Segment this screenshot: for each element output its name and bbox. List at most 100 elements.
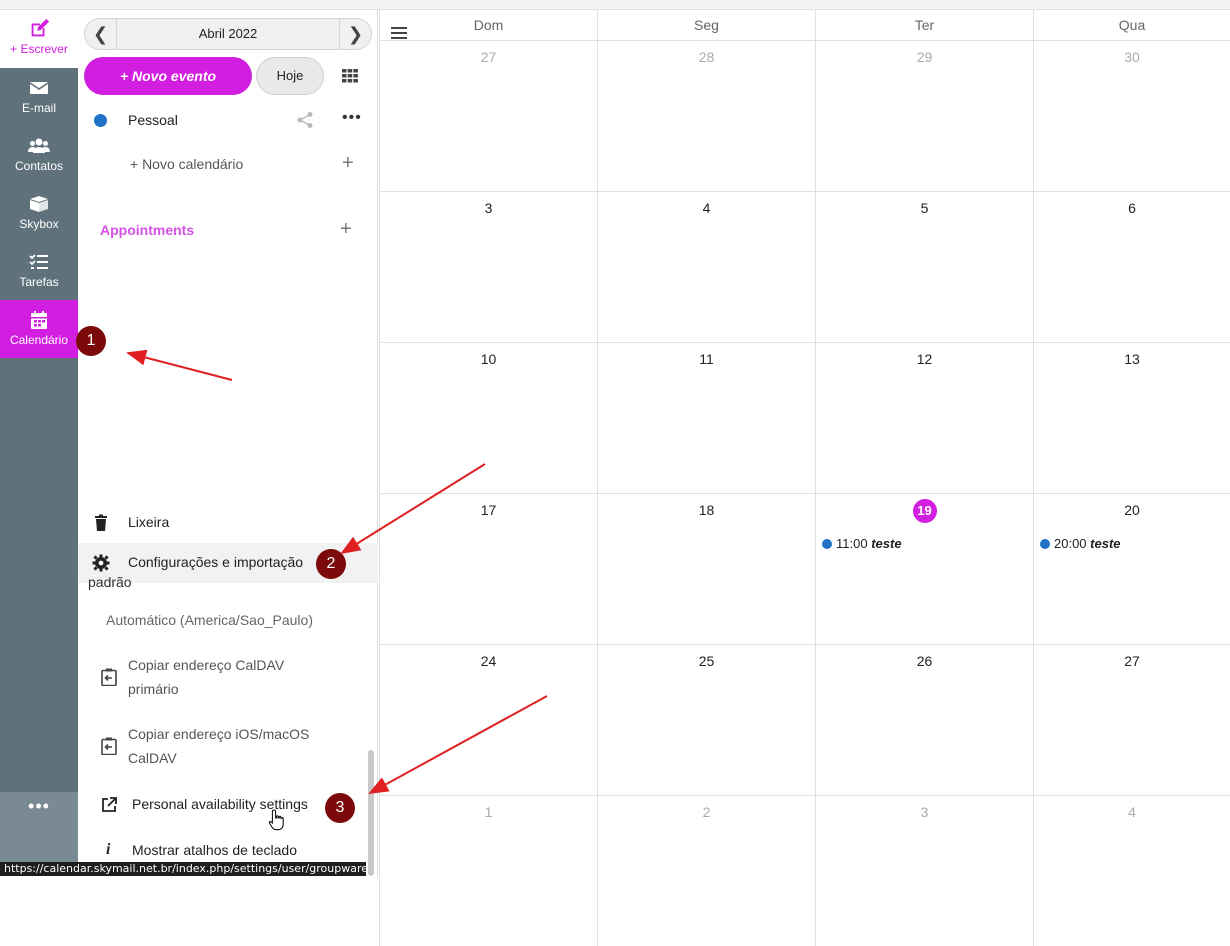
- day-cell[interactable]: 5: [815, 191, 1033, 342]
- day-number[interactable]: 20: [1034, 502, 1230, 518]
- rail-item-contacts[interactable]: Contatos: [0, 126, 78, 184]
- day-number[interactable]: 4: [1034, 804, 1230, 820]
- day-number[interactable]: 28: [598, 49, 815, 65]
- day-cell[interactable]: 29: [815, 40, 1033, 191]
- day-cell[interactable]: 4: [597, 191, 815, 342]
- chevron-right-icon: ❯: [347, 24, 364, 44]
- calendar-event[interactable]: 20:00 teste: [1040, 536, 1121, 551]
- share-icon[interactable]: [296, 111, 314, 129]
- copy-caldav-item[interactable]: Copiar endereço CalDAV primário: [78, 653, 378, 703]
- tasks-icon: [29, 254, 48, 269]
- rail-item-label: Tarefas: [19, 275, 59, 289]
- compose-icon: [31, 18, 50, 37]
- rail-item-label: E-mail: [21, 101, 56, 115]
- day-cell[interactable]: 30: [1033, 40, 1230, 191]
- day-number[interactable]: 3: [380, 200, 597, 216]
- day-cell[interactable]: 17: [379, 493, 597, 644]
- annotation-badge-2: 2: [316, 549, 346, 579]
- next-month-button[interactable]: ❯: [339, 19, 371, 49]
- day-number[interactable]: 29: [816, 49, 1033, 65]
- month-view: Dom Seg Ter Qua 27 28 29 30 3 4 5 6 10 11 12 13 17 18 19 11…: [379, 10, 1230, 946]
- timezone-select[interactable]: Automático (America/Sao_Paulo): [106, 612, 313, 628]
- day-cell[interactable]: 27: [1033, 644, 1230, 795]
- previous-month-button[interactable]: ❮: [85, 19, 117, 49]
- day-cell[interactable]: 13: [1033, 342, 1230, 493]
- gear-icon: [92, 554, 110, 572]
- day-number[interactable]: 13: [1034, 351, 1230, 367]
- more-icon: •••: [28, 796, 50, 816]
- day-cell[interactable]: 26: [815, 644, 1033, 795]
- copy-ios-caldav-item[interactable]: Copiar endereço iOS/macOS CalDAV: [78, 722, 378, 772]
- add-appointment-plus-icon[interactable]: +: [340, 219, 352, 239]
- new-calendar-label: + Novo calendário: [130, 156, 244, 172]
- event-title: teste: [1090, 536, 1121, 551]
- calendar-icon: [31, 311, 47, 329]
- day-cell[interactable]: 19 11:00 teste: [815, 493, 1033, 644]
- day-cell[interactable]: 27: [379, 40, 597, 191]
- day-cell[interactable]: 11: [597, 342, 815, 493]
- day-number[interactable]: 6: [1034, 200, 1230, 216]
- appointments-heading[interactable]: Appointments: [100, 222, 194, 238]
- day-number[interactable]: 11: [598, 351, 815, 367]
- day-cell[interactable]: 12: [815, 342, 1033, 493]
- day-cell[interactable]: 2: [597, 795, 815, 946]
- plus-icon[interactable]: +: [342, 153, 354, 173]
- sidebar-scrollbar[interactable]: [368, 750, 374, 876]
- day-number[interactable]: 5: [816, 200, 1033, 216]
- annotation-badge-3: 3: [325, 793, 355, 823]
- day-number[interactable]: 25: [598, 653, 815, 669]
- day-cell[interactable]: 25: [597, 644, 815, 795]
- day-number[interactable]: 1: [380, 804, 597, 820]
- day-cell[interactable]: 24: [379, 644, 597, 795]
- today-button[interactable]: Hoje: [256, 57, 324, 95]
- day-cell[interactable]: 4: [1033, 795, 1230, 946]
- day-number[interactable]: 27: [1034, 653, 1230, 669]
- view-grid-icon[interactable]: [342, 69, 358, 83]
- day-number[interactable]: 12: [816, 351, 1033, 367]
- weekday-header: Dom: [379, 10, 597, 40]
- envelope-icon: [29, 82, 49, 94]
- day-number[interactable]: 4: [598, 200, 815, 216]
- day-number[interactable]: 30: [1034, 49, 1230, 65]
- day-cell[interactable]: 28: [597, 40, 815, 191]
- rail-item-label: Skybox: [19, 217, 59, 231]
- day-cell[interactable]: 6: [1033, 191, 1230, 342]
- day-number[interactable]: 17: [380, 502, 597, 518]
- trash-item[interactable]: Lixeira: [78, 506, 378, 540]
- new-calendar-row[interactable]: + Novo calendário +: [78, 145, 378, 183]
- day-cell[interactable]: 3: [379, 191, 597, 342]
- day-number[interactable]: 24: [380, 653, 597, 669]
- calendar-options-icon[interactable]: •••: [342, 109, 362, 127]
- new-event-button[interactable]: + Novo evento: [84, 57, 252, 95]
- day-number[interactable]: 26: [816, 653, 1033, 669]
- rail-item-calendar[interactable]: Calendário: [0, 300, 78, 358]
- calendar-color-dot[interactable]: [94, 114, 107, 127]
- rail-item-tasks[interactable]: Tarefas: [0, 242, 78, 300]
- day-cell[interactable]: 10: [379, 342, 597, 493]
- rail-item-skybox[interactable]: Skybox: [0, 184, 78, 242]
- current-month-label[interactable]: Abril 2022: [117, 19, 339, 49]
- day-cell[interactable]: 3: [815, 795, 1033, 946]
- event-color-dot: [822, 539, 832, 549]
- day-number[interactable]: 3: [816, 804, 1033, 820]
- day-cell[interactable]: 1: [379, 795, 597, 946]
- rail-item-email[interactable]: E-mail: [0, 68, 78, 126]
- event-time: 11:00: [836, 536, 868, 551]
- calendar-event[interactable]: 11:00 teste: [822, 536, 902, 551]
- day-number[interactable]: 10: [380, 351, 597, 367]
- trash-icon: [95, 514, 107, 531]
- day-number[interactable]: 2: [598, 804, 815, 820]
- day-number[interactable]: 18: [598, 502, 815, 518]
- hand-cursor-icon: [268, 809, 284, 831]
- day-number[interactable]: 19: [816, 499, 1033, 523]
- day-cell[interactable]: 20 20:00 teste: [1033, 493, 1230, 644]
- day-cell[interactable]: 18: [597, 493, 815, 644]
- day-number[interactable]: 27: [380, 49, 597, 65]
- compose-button[interactable]: + Escrever: [0, 10, 78, 68]
- today-badge[interactable]: 19: [912, 499, 937, 523]
- compose-label: + Escrever: [10, 42, 68, 56]
- calendar-list-item[interactable]: Pessoal •••: [78, 101, 378, 139]
- keyboard-shortcuts-label: Mostrar atalhos de teclado: [132, 842, 297, 858]
- rail-item-label: Calendário: [9, 333, 69, 347]
- month-navigator: ❮ Abril 2022 ❯: [84, 18, 372, 50]
